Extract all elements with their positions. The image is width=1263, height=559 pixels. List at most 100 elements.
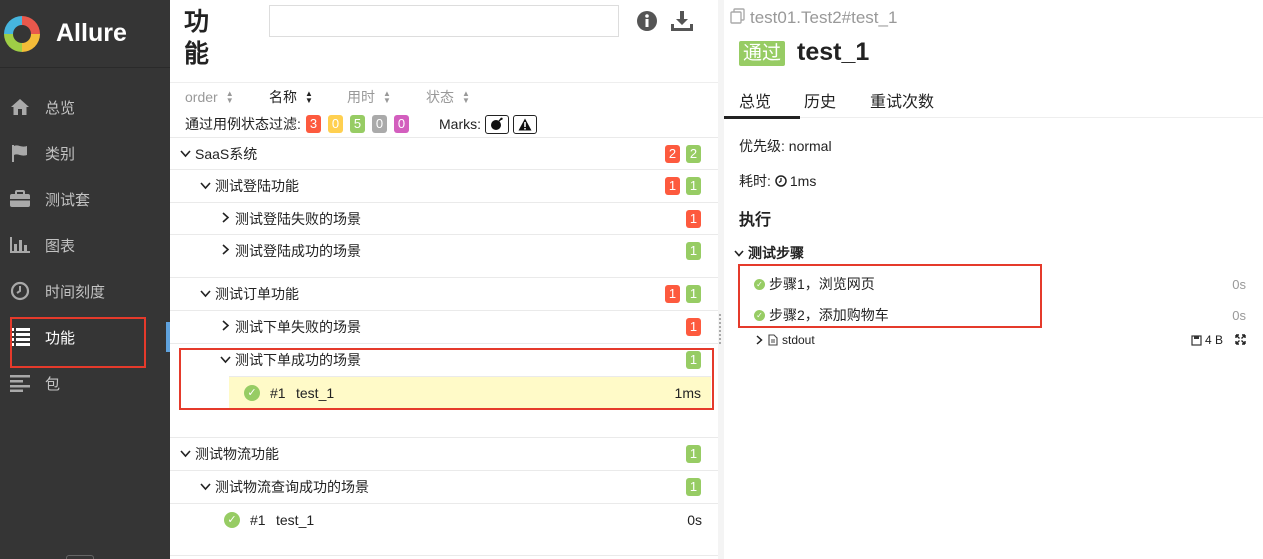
passed-count-badge: 1 [686,241,701,260]
sort-by-status[interactable]: 状态 ▲ ▼ [426,87,470,107]
chevron-down-icon [734,249,744,257]
tree-feature-row[interactable]: 测试登陆功能 1 1 [170,169,718,202]
sort-label: 用时 [347,88,375,105]
active-tab-indicator [724,116,800,119]
app-name: Allure [56,19,127,47]
steps-toggle[interactable]: 测试步骤 [734,243,804,263]
test-case-row-selected[interactable]: ✓ #1 test_1 1ms [229,376,711,408]
sidebar-item-timeline[interactable]: 时间刻度 [0,268,170,314]
passed-check-icon: ✓ [224,512,240,528]
filter-passed-toggle[interactable]: 5 [350,115,365,133]
tree-node-label: 测试物流查询成功的场景 [215,479,369,495]
sort-arrows-icon: ▲ ▼ [225,88,234,105]
sidebar-collapse-handle[interactable] [66,555,94,559]
sidebar-item-label: 类别 [45,145,76,163]
tree-story-row[interactable]: 测试下单成功的场景 1 [170,343,718,376]
tree-node-label: 测试物流功能 [195,446,279,462]
case-name: test_1 [296,384,335,401]
case-number: #1 [250,512,266,528]
tree-node-label: SaaS系统 [195,145,258,162]
sidebar-item-label: 包 [45,375,61,393]
tree-group-row[interactable]: 测试物流功能 1 [170,437,718,470]
logo[interactable]: Allure [0,0,170,68]
download-icon[interactable] [670,10,694,34]
sort-label: 状态 [426,88,454,105]
failed-count-badge: 2 [665,144,680,163]
failed-count-badge: 1 [665,177,680,195]
filter-broken-toggle[interactable]: 0 [328,115,343,133]
tree-node-label: 测试登陆成功的场景 [235,242,361,259]
copy-icon[interactable] [730,8,746,28]
chevron-down-icon [200,179,211,193]
sidebar-item-label: 测试套 [45,191,91,209]
allure-report-app: Allure 总览 类别 测试套 图表 时间刻度 功能 包 功能 order ▲… [0,0,1263,559]
step-row[interactable]: ✓ 步骤2，添加购物车 0s [754,305,1254,325]
failed-count-badge: 1 [665,285,680,303]
step-row[interactable]: ✓ 步骤1，浏览网页 0s [754,274,1254,294]
filter-skipped-toggle[interactable]: 0 [372,115,387,133]
passed-check-icon: ✓ [244,384,260,401]
sidebar-item-suites[interactable]: 测试套 [0,176,170,222]
chevron-right-icon [222,243,230,258]
tree-node-label: 测试下单成功的场景 [235,352,361,368]
sidebar-item-label: 时间刻度 [45,283,106,301]
home-icon [8,95,32,119]
tree-group-row[interactable]: SaaS系统 2 2 [170,137,718,169]
chevron-down-icon [180,147,191,161]
tree-feature-row[interactable]: 测试物流查询成功的场景 1 [170,470,718,503]
status-filter-bar: 通过用例状态过滤: 3 0 5 0 0 Marks: [170,111,718,137]
bomb-icon[interactable] [485,114,509,134]
sort-by-duration[interactable]: 用时 ▲ ▼ [347,87,391,107]
passed-check-icon: ✓ [754,278,765,290]
passed-count-badge: 1 [686,351,701,369]
tab-history[interactable]: 历史 [804,88,836,112]
chevron-down-icon [220,353,231,367]
tab-overview[interactable]: 总览 [739,88,771,112]
expand-icon[interactable] [1235,333,1246,348]
attachment-row[interactable]: stdout 4 B [756,333,1256,347]
filter-unknown-toggle[interactable]: 0 [394,115,409,133]
sidebar-item-label: 图表 [45,237,76,255]
tree-node-label: 测试登陆功能 [215,178,299,194]
failed-count-badge: 1 [686,209,701,228]
sidebar-item-behaviors[interactable]: 功能 [0,314,170,360]
tree-divider [170,555,718,559]
case-duration: 0s [687,512,702,528]
sort-arrows-icon: ▲ ▼ [383,88,391,105]
pane-header: 功能 [170,0,718,82]
sidebar-item-overview[interactable]: 总览 [0,84,170,130]
search-input[interactable] [269,5,619,37]
tree-story-row[interactable]: 测试登陆失败的场景 1 [170,202,718,234]
marks-label: Marks: [439,116,481,132]
sidebar-item-categories[interactable]: 类别 [0,130,170,176]
info-icon[interactable] [636,10,660,34]
sort-by-order[interactable]: order ▲ ▼ [185,89,234,105]
sidebar-item-packages[interactable]: 包 [0,360,170,406]
test-case-row[interactable]: ✓ #1 test_1 0s [170,503,718,536]
tree-story-row[interactable]: 测试登陆成功的场景 1 [170,234,718,266]
severity-text: 优先级: normal [739,138,832,154]
execution-heading: 执行 [739,212,772,229]
tree-story-row[interactable]: 测试下单失败的场景 1 [170,310,718,342]
save-icon [1191,334,1202,346]
flag-icon [8,141,32,165]
tree-node-label: 测试下单失败的场景 [235,318,361,335]
filter-failed-toggle[interactable]: 3 [306,115,321,133]
passed-check-icon: ✓ [754,309,765,321]
sort-bar: order ▲ ▼ 名称 ▲ ▼ 用时 ▲ ▼ 状态 ▲ ▼ [170,82,718,110]
step-duration: 0s [1232,307,1246,323]
tab-retries[interactable]: 重试次数 [870,88,934,112]
attachment-size-value: 4 B [1204,333,1223,347]
case-duration: 1ms [674,384,701,401]
sort-by-name[interactable]: 名称 ▲ ▼ [269,87,313,107]
warning-icon[interactable] [513,114,537,134]
case-name: test_1 [276,512,315,528]
step-label: 步骤2，添加购物车 [769,307,889,323]
clock-icon [8,279,32,303]
sidebar-item-graphs[interactable]: 图表 [0,222,170,268]
duration-label: 耗时: [739,173,771,189]
case-number: #1 [270,384,286,401]
sort-label: order [185,88,218,105]
tree-feature-row[interactable]: 测试订单功能 1 1 [170,277,718,310]
status-badge: 通过 [739,41,786,66]
